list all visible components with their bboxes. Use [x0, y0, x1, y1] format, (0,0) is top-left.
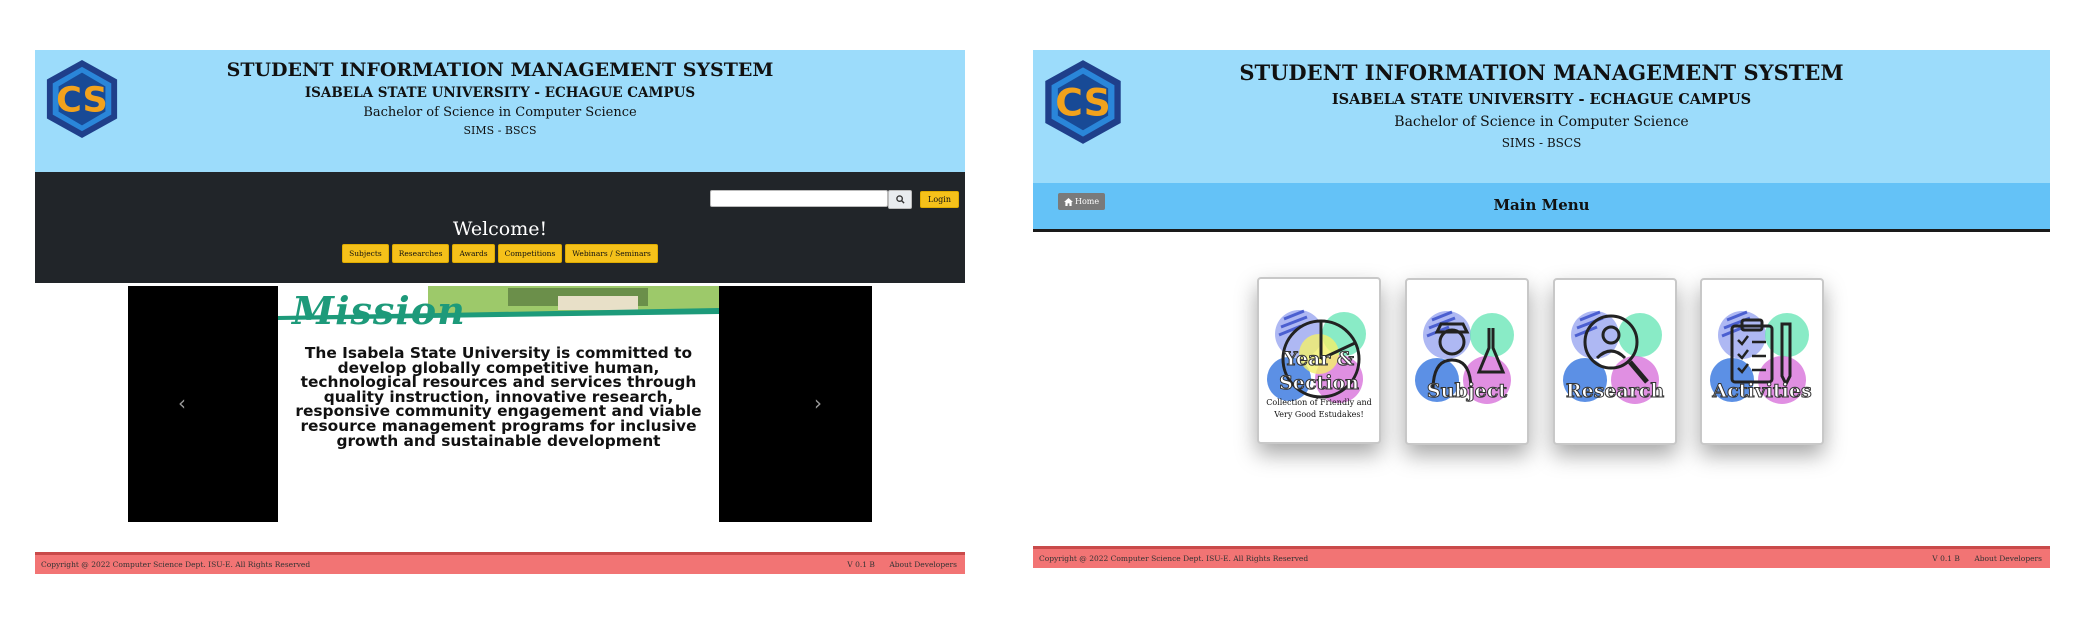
search-icon	[895, 195, 905, 204]
svg-text:CS: CS	[1055, 81, 1111, 125]
subjects-button[interactable]: Subjects	[342, 244, 389, 263]
mission-carousel: ‹ › Mission The Isabela State University…	[128, 286, 872, 522]
card-title: Activities	[1712, 380, 1812, 403]
about-developers-link[interactable]: About Developers	[1974, 554, 2042, 563]
clipboard-checklist-icon	[1710, 310, 1809, 404]
version-text: V 0.1 B	[847, 560, 875, 569]
university-name: ISABELA STATE UNIVERSITY - ECHAGUE CAMPU…	[1331, 91, 1752, 108]
version-text: V 0.1 B	[1932, 554, 1960, 563]
research-card[interactable]: Research	[1553, 278, 1677, 445]
carousel-prev-icon[interactable]: ‹	[178, 391, 186, 415]
system-abbr: SIMS - BSCS	[463, 124, 537, 137]
about-developers-link[interactable]: About Developers	[889, 560, 957, 569]
welcome-bar: Login Welcome! Subjects Researches Award…	[35, 172, 965, 283]
carousel-slide: Mission The Isabela State University is …	[278, 286, 719, 522]
login-button[interactable]: Login	[920, 191, 959, 208]
magnifier-person-icon	[1563, 310, 1662, 404]
copyright-text: Copyright @ 2022 Computer Science Dept. …	[41, 560, 311, 569]
card-title-line1: Year &	[1283, 348, 1355, 371]
card-title-line2: Section	[1279, 372, 1360, 395]
svg-text:CS: CS	[56, 80, 108, 121]
card-title: Research	[1565, 380, 1665, 403]
cs-logo: CS	[46, 60, 118, 138]
program-name: Bachelor of Science in Computer Science	[363, 105, 637, 120]
system-title: STUDENT INFORMATION MANAGEMENT SYSTEM	[1239, 60, 1844, 85]
section-nav: Subjects Researches Awards Competitions …	[35, 244, 965, 263]
main-menu-bar: Home Main Menu	[1033, 183, 2050, 232]
subject-card[interactable]: Subject	[1405, 278, 1529, 445]
copyright-text: Copyright @ 2022 Computer Science Dept. …	[1039, 554, 1309, 563]
awards-button[interactable]: Awards	[452, 244, 495, 263]
card-subtext: Collection of Friendly and Very Good Est…	[1266, 398, 1372, 419]
mission-text: The Isabela State University is committe…	[295, 344, 702, 450]
main-menu-panel: CS STUDENT INFORMATION MANAGEMENT SYSTEM…	[1033, 50, 2050, 232]
main-menu-title: Main Menu	[1493, 196, 1590, 214]
activities-card[interactable]: Activities	[1700, 278, 1824, 445]
carousel-next-icon[interactable]: ›	[814, 391, 822, 415]
search-bar: Login	[710, 190, 959, 209]
search-input[interactable]	[710, 190, 889, 207]
cs-logo: CS	[1045, 60, 1121, 144]
researches-button[interactable]: Researches	[391, 244, 450, 263]
mission-heading: Mission	[292, 288, 466, 333]
scientist-icon	[1415, 310, 1514, 404]
site-header: CS STUDENT INFORMATION MANAGEMENT SYSTEM…	[1033, 50, 2050, 183]
welcome-heading: Welcome!	[452, 218, 548, 240]
system-title: STUDENT INFORMATION MANAGEMENT SYSTEM	[226, 59, 774, 81]
site-header: CS STUDENT INFORMATION MANAGEMENT SYSTEM…	[35, 50, 965, 172]
year-section-card[interactable]: Year & Section Collection of Friendly an…	[1257, 277, 1381, 444]
home-page-panel: CS STUDENT INFORMATION MANAGEMENT SYSTEM…	[35, 50, 965, 283]
site-footer: Copyright @ 2022 Computer Science Dept. …	[1033, 546, 2050, 568]
site-footer: Copyright @ 2022 Computer Science Dept. …	[35, 552, 965, 574]
system-abbr: SIMS - BSCS	[1501, 136, 1582, 150]
webinars-button[interactable]: Webinars / Seminars	[565, 244, 658, 263]
search-button[interactable]	[888, 190, 913, 209]
competitions-button[interactable]: Competitions	[497, 244, 563, 263]
university-name: ISABELA STATE UNIVERSITY - ECHAGUE CAMPU…	[304, 85, 696, 101]
card-title: Subject	[1426, 380, 1508, 403]
program-name: Bachelor of Science in Computer Science	[1394, 114, 1689, 130]
